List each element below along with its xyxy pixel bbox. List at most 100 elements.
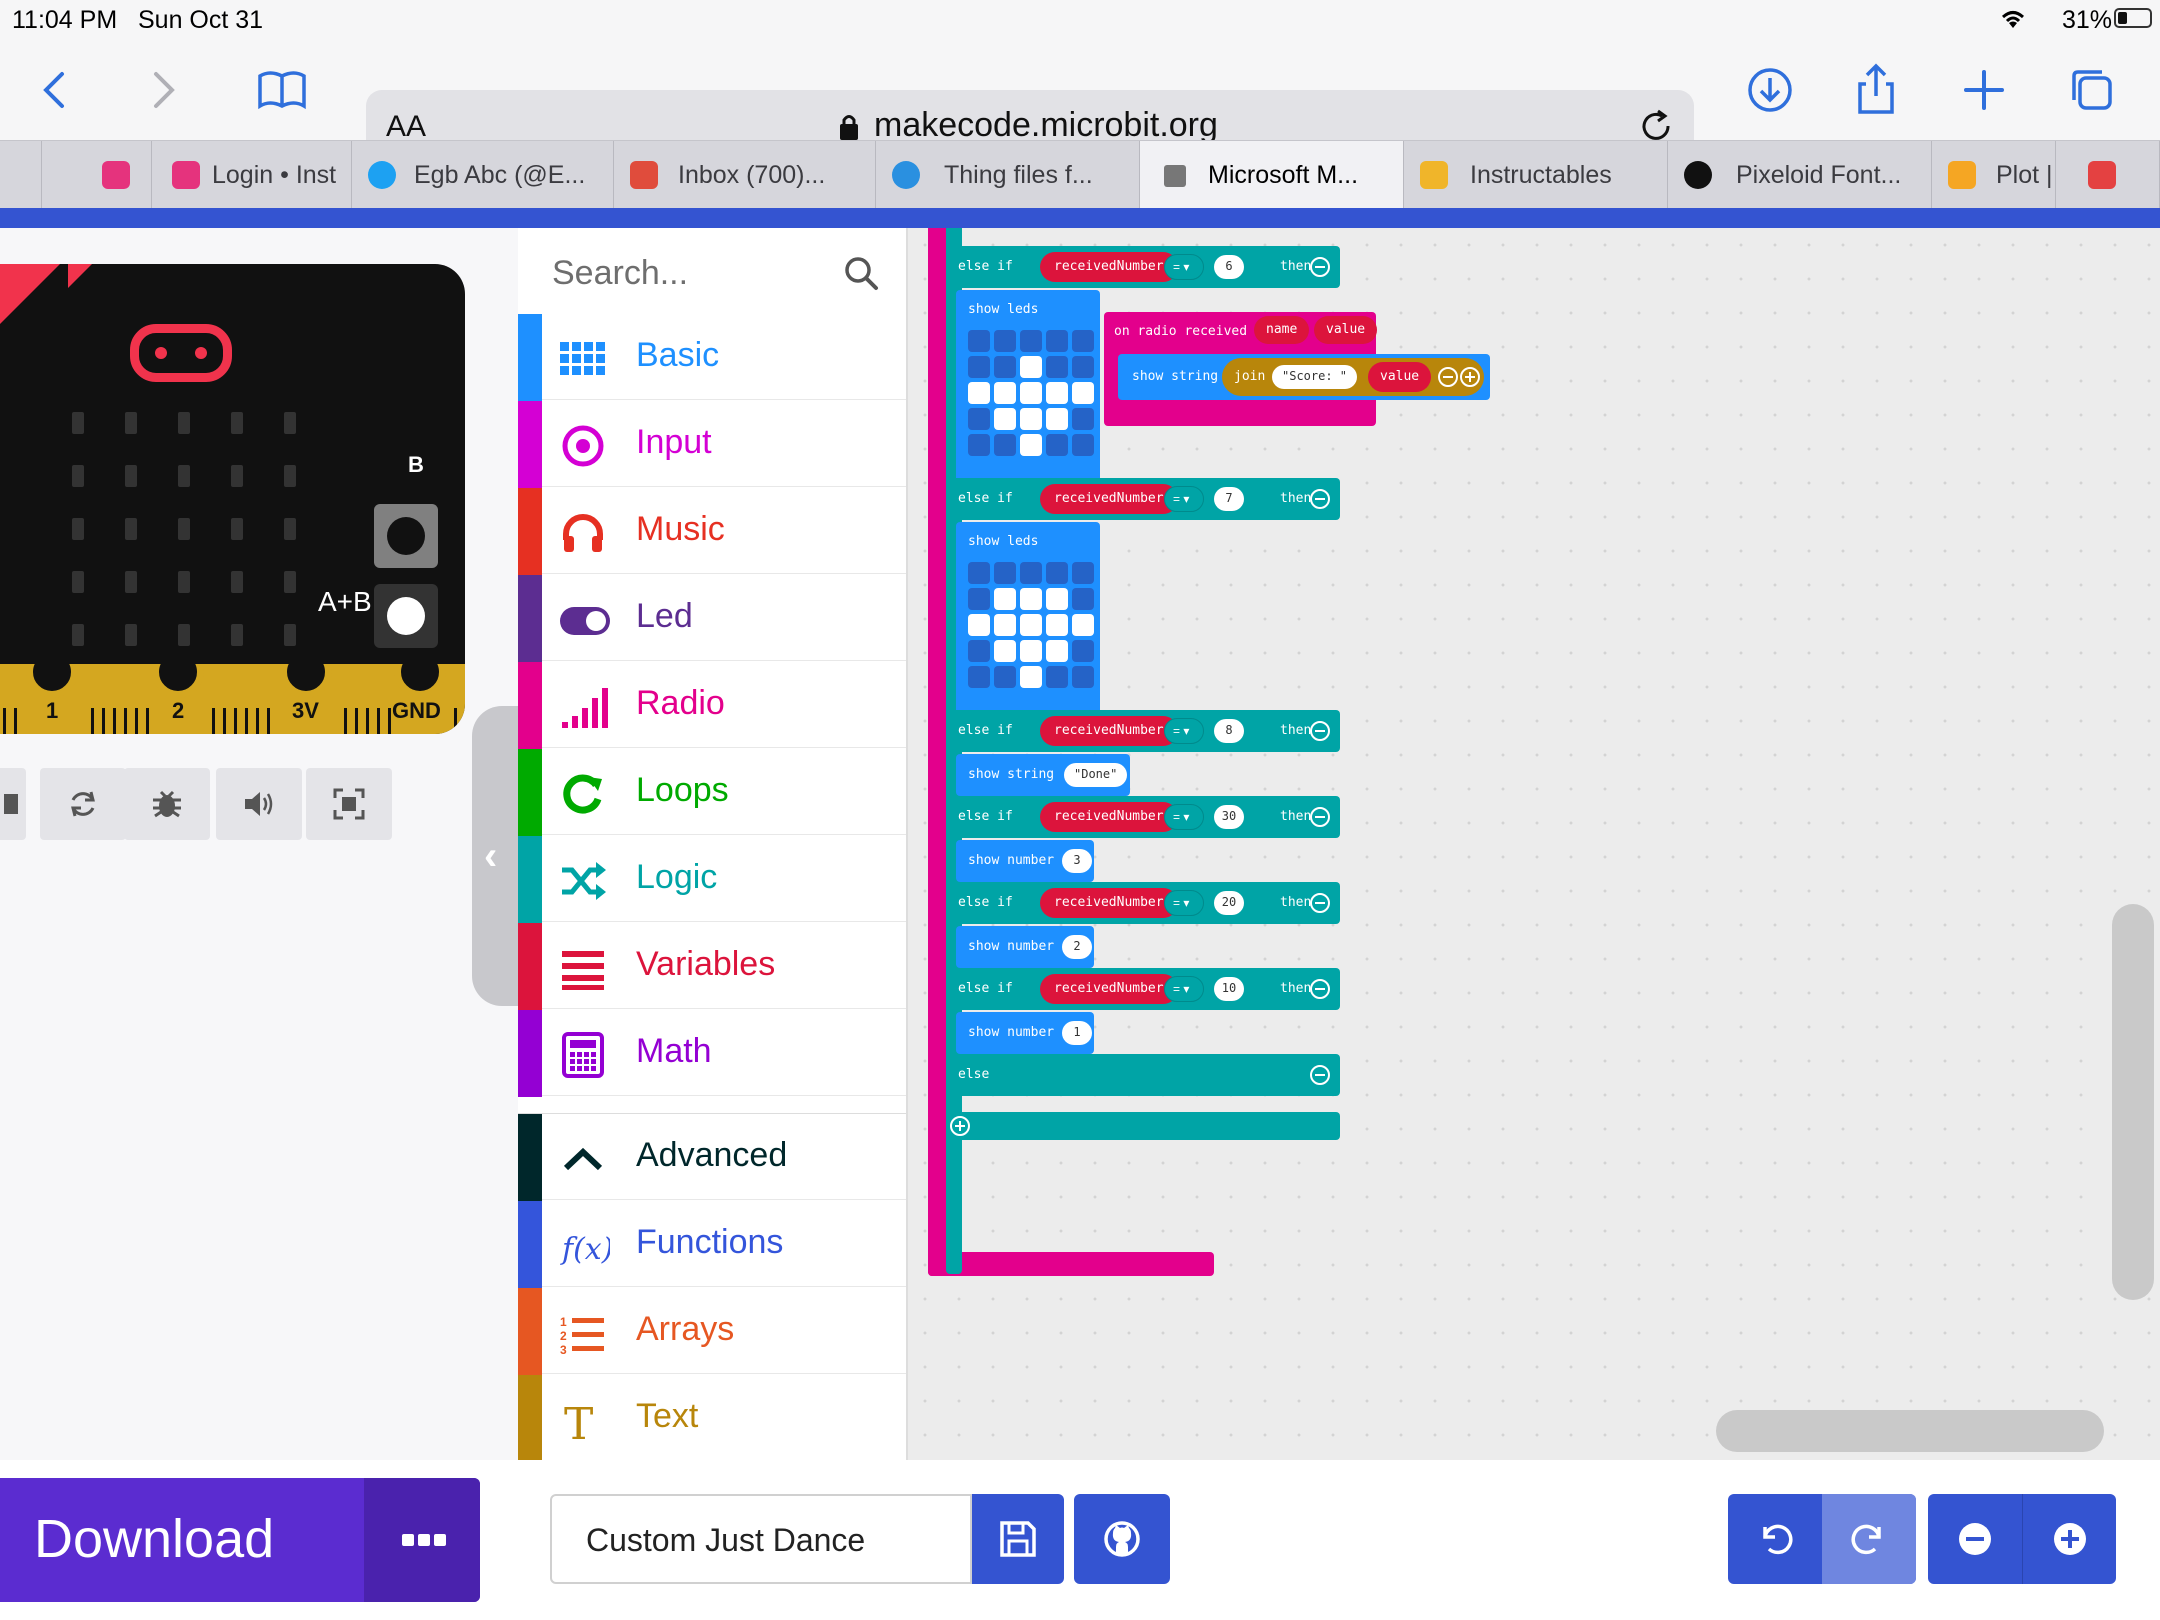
led-cell-off[interactable]: [968, 408, 990, 430]
remove-branch-icon[interactable]: [1310, 979, 1330, 999]
add-join-item-icon[interactable]: [1460, 367, 1480, 387]
led-cell-on[interactable]: [1046, 614, 1068, 636]
led-cell-on[interactable]: [1046, 408, 1068, 430]
bookmarks-icon[interactable]: [252, 60, 312, 120]
else-if-row[interactable]: else if receivedNumber = ▾ 20 then: [946, 882, 1340, 924]
led-cell-on[interactable]: [1046, 382, 1068, 404]
category-functions[interactable]: f(x) Functions: [518, 1201, 906, 1288]
led-cell-on[interactable]: [994, 614, 1016, 636]
remove-branch-icon[interactable]: [1310, 257, 1330, 277]
led-cell-off[interactable]: [968, 588, 990, 610]
toolbox-search-input[interactable]: Search...: [518, 228, 906, 318]
compare-value[interactable]: 10: [1214, 977, 1244, 1001]
led-cell-off[interactable]: [994, 562, 1016, 584]
led-cell-off[interactable]: [968, 434, 990, 456]
led-cell-off[interactable]: [1072, 434, 1094, 456]
undo-button[interactable]: [1728, 1494, 1822, 1584]
share-icon[interactable]: [1846, 60, 1906, 120]
led-cell-off[interactable]: [994, 356, 1016, 378]
led-cell-on[interactable]: [968, 382, 990, 404]
tab-plot[interactable]: Plot |: [1932, 141, 2056, 209]
forward-icon[interactable]: [134, 60, 194, 120]
more-options-button[interactable]: [364, 1478, 480, 1602]
led-cell-off[interactable]: [968, 330, 990, 352]
led-cell-off[interactable]: [1072, 356, 1094, 378]
number-value[interactable]: 2: [1062, 935, 1092, 959]
led-cell-on[interactable]: [968, 614, 990, 636]
led-cell-off[interactable]: [1072, 588, 1094, 610]
led-cell-off[interactable]: [1020, 330, 1042, 352]
else-if-row[interactable]: else if receivedNumber = ▾ 30 then: [946, 796, 1340, 838]
led-cell-on[interactable]: [1020, 666, 1042, 688]
category-arrays[interactable]: 1 2 3 Arrays: [518, 1288, 906, 1375]
comparison-operator[interactable]: = ▾: [1164, 254, 1204, 280]
category-input[interactable]: Input: [518, 401, 906, 488]
received-number-variable[interactable]: receivedNumber: [1040, 974, 1178, 1004]
zoom-in-button[interactable]: [2022, 1494, 2116, 1584]
category-logic[interactable]: Logic: [518, 836, 906, 923]
value-parameter[interactable]: value: [1314, 316, 1378, 344]
save-button[interactable]: [972, 1494, 1064, 1584]
led-cell-on[interactable]: [1020, 356, 1042, 378]
tab-microsoft-makecode[interactable]: Microsoft M...: [1140, 141, 1404, 209]
fullscreen-button[interactable]: [306, 768, 392, 840]
remove-join-item-icon[interactable]: [1438, 367, 1458, 387]
compare-value[interactable]: 7: [1214, 487, 1244, 511]
pin-3v[interactable]: [280, 664, 332, 698]
number-value[interactable]: 3: [1062, 849, 1092, 873]
show-block[interactable]: show number 1: [956, 1012, 1094, 1054]
workspace-horizontal-scrollbar[interactable]: [1716, 1410, 2104, 1452]
show-leds-block[interactable]: show leds: [956, 522, 1100, 718]
add-branch-icon[interactable]: [950, 1116, 970, 1136]
received-number-variable[interactable]: receivedNumber: [1040, 802, 1178, 832]
led-cell-on[interactable]: [1020, 434, 1042, 456]
tab-twitter[interactable]: Egb Abc (@E...: [352, 141, 614, 209]
received-number-variable[interactable]: receivedNumber: [1040, 252, 1178, 282]
led-cell-off[interactable]: [994, 434, 1016, 456]
search-icon[interactable]: [842, 254, 880, 297]
comparison-operator[interactable]: = ▾: [1164, 486, 1204, 512]
led-cell-off[interactable]: [1072, 666, 1094, 688]
button-b[interactable]: [374, 504, 438, 568]
led-cell-off[interactable]: [968, 640, 990, 662]
received-number-variable[interactable]: receivedNumber: [1040, 888, 1178, 918]
show-block[interactable]: show number 3: [956, 840, 1094, 882]
back-icon[interactable]: [24, 60, 84, 120]
pin-1[interactable]: [26, 664, 78, 698]
comparison-operator[interactable]: = ▾: [1164, 976, 1204, 1002]
debug-button[interactable]: [124, 768, 210, 840]
led-cell-on[interactable]: [1072, 382, 1094, 404]
led-cell-off[interactable]: [1020, 562, 1042, 584]
category-led[interactable]: Led: [518, 575, 906, 662]
led-cell-on[interactable]: [994, 640, 1016, 662]
new-tab-icon[interactable]: [1954, 60, 2014, 120]
else-if-row[interactable]: else if receivedNumber = ▾ 10 then: [946, 968, 1340, 1010]
redo-button[interactable]: [1822, 1494, 1916, 1584]
else-row[interactable]: else: [946, 1054, 1340, 1096]
project-name-input[interactable]: Custom Just Dance: [550, 1494, 972, 1584]
led-cell-on[interactable]: [1046, 588, 1068, 610]
led-cell-on[interactable]: [1046, 640, 1068, 662]
pin-gnd[interactable]: [394, 664, 446, 698]
led-cell-on[interactable]: [994, 408, 1016, 430]
downloads-icon[interactable]: [1740, 60, 1800, 120]
string-value[interactable]: "Done": [1064, 763, 1128, 787]
number-value[interactable]: 1: [1062, 1021, 1092, 1045]
remove-branch-icon[interactable]: [1310, 721, 1330, 741]
show-leds-block[interactable]: show leds: [956, 290, 1100, 486]
reader-text-size-button[interactable]: AA: [386, 110, 426, 144]
comparison-operator[interactable]: = ▾: [1164, 890, 1204, 916]
category-advanced[interactable]: Advanced: [518, 1114, 906, 1201]
led-cell-on[interactable]: [1020, 614, 1042, 636]
zoom-out-button[interactable]: [1928, 1494, 2022, 1584]
led-cell-off[interactable]: [994, 666, 1016, 688]
show-string-block[interactable]: show string join "Score: " value: [1118, 354, 1490, 400]
tab-instructables[interactable]: Instructables: [1404, 141, 1668, 209]
led-cell-on[interactable]: [994, 382, 1016, 404]
led-cell-on[interactable]: [1020, 588, 1042, 610]
tab-gmail[interactable]: Inbox (700)...: [614, 141, 876, 209]
collapse-simulator-button[interactable]: ‹: [472, 706, 518, 1006]
restart-button[interactable]: [40, 768, 126, 840]
led-cell-off[interactable]: [1072, 640, 1094, 662]
compare-value[interactable]: 30: [1214, 805, 1244, 829]
